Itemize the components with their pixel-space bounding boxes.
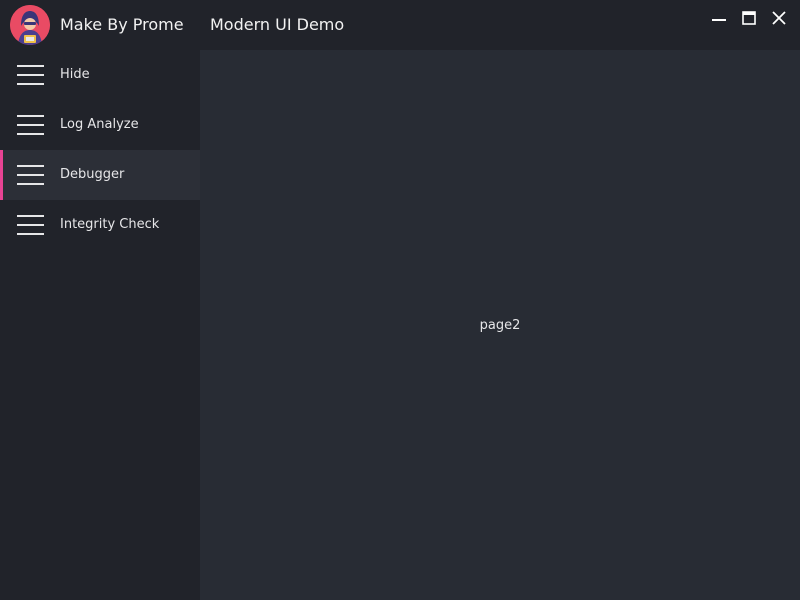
- minimize-button[interactable]: [708, 8, 730, 28]
- sidebar-item-hide[interactable]: Hide: [0, 50, 200, 100]
- app-window: Make By Prome Modern UI Demo Hide Log An…: [0, 0, 800, 600]
- sidebar-item-label: Integrity Check: [60, 217, 160, 232]
- page-label: page2: [479, 318, 521, 333]
- hamburger-menu-icon: [17, 115, 44, 135]
- main-content: page2: [200, 50, 800, 600]
- sidebar-item-integrity-check[interactable]: Integrity Check: [0, 200, 200, 250]
- close-button[interactable]: [768, 8, 790, 28]
- sidebar-item-label: Debugger: [60, 167, 125, 182]
- hamburger-menu-icon: [17, 215, 44, 235]
- sidebar-item-log-analyze[interactable]: Log Analyze: [0, 100, 200, 150]
- maximize-icon: [742, 11, 756, 25]
- user-avatar-icon[interactable]: [10, 5, 50, 45]
- avatar-graphic: [10, 5, 50, 45]
- maximize-button[interactable]: [738, 8, 760, 28]
- sidebar-item-label: Hide: [60, 67, 90, 82]
- minimize-icon: [712, 19, 726, 21]
- sidebar-item-debugger[interactable]: Debugger: [0, 150, 200, 200]
- title-bar: Make By Prome Modern UI Demo: [0, 0, 800, 50]
- window-title: Modern UI Demo: [210, 15, 345, 34]
- app-name: Make By Prome: [60, 15, 184, 34]
- sidebar-item-label: Log Analyze: [60, 117, 139, 132]
- hamburger-menu-icon: [17, 165, 44, 185]
- sidebar-nav: Hide Log Analyze Debugger Integrity Chec…: [0, 50, 200, 600]
- close-icon: [772, 11, 786, 25]
- hamburger-menu-icon: [17, 65, 44, 85]
